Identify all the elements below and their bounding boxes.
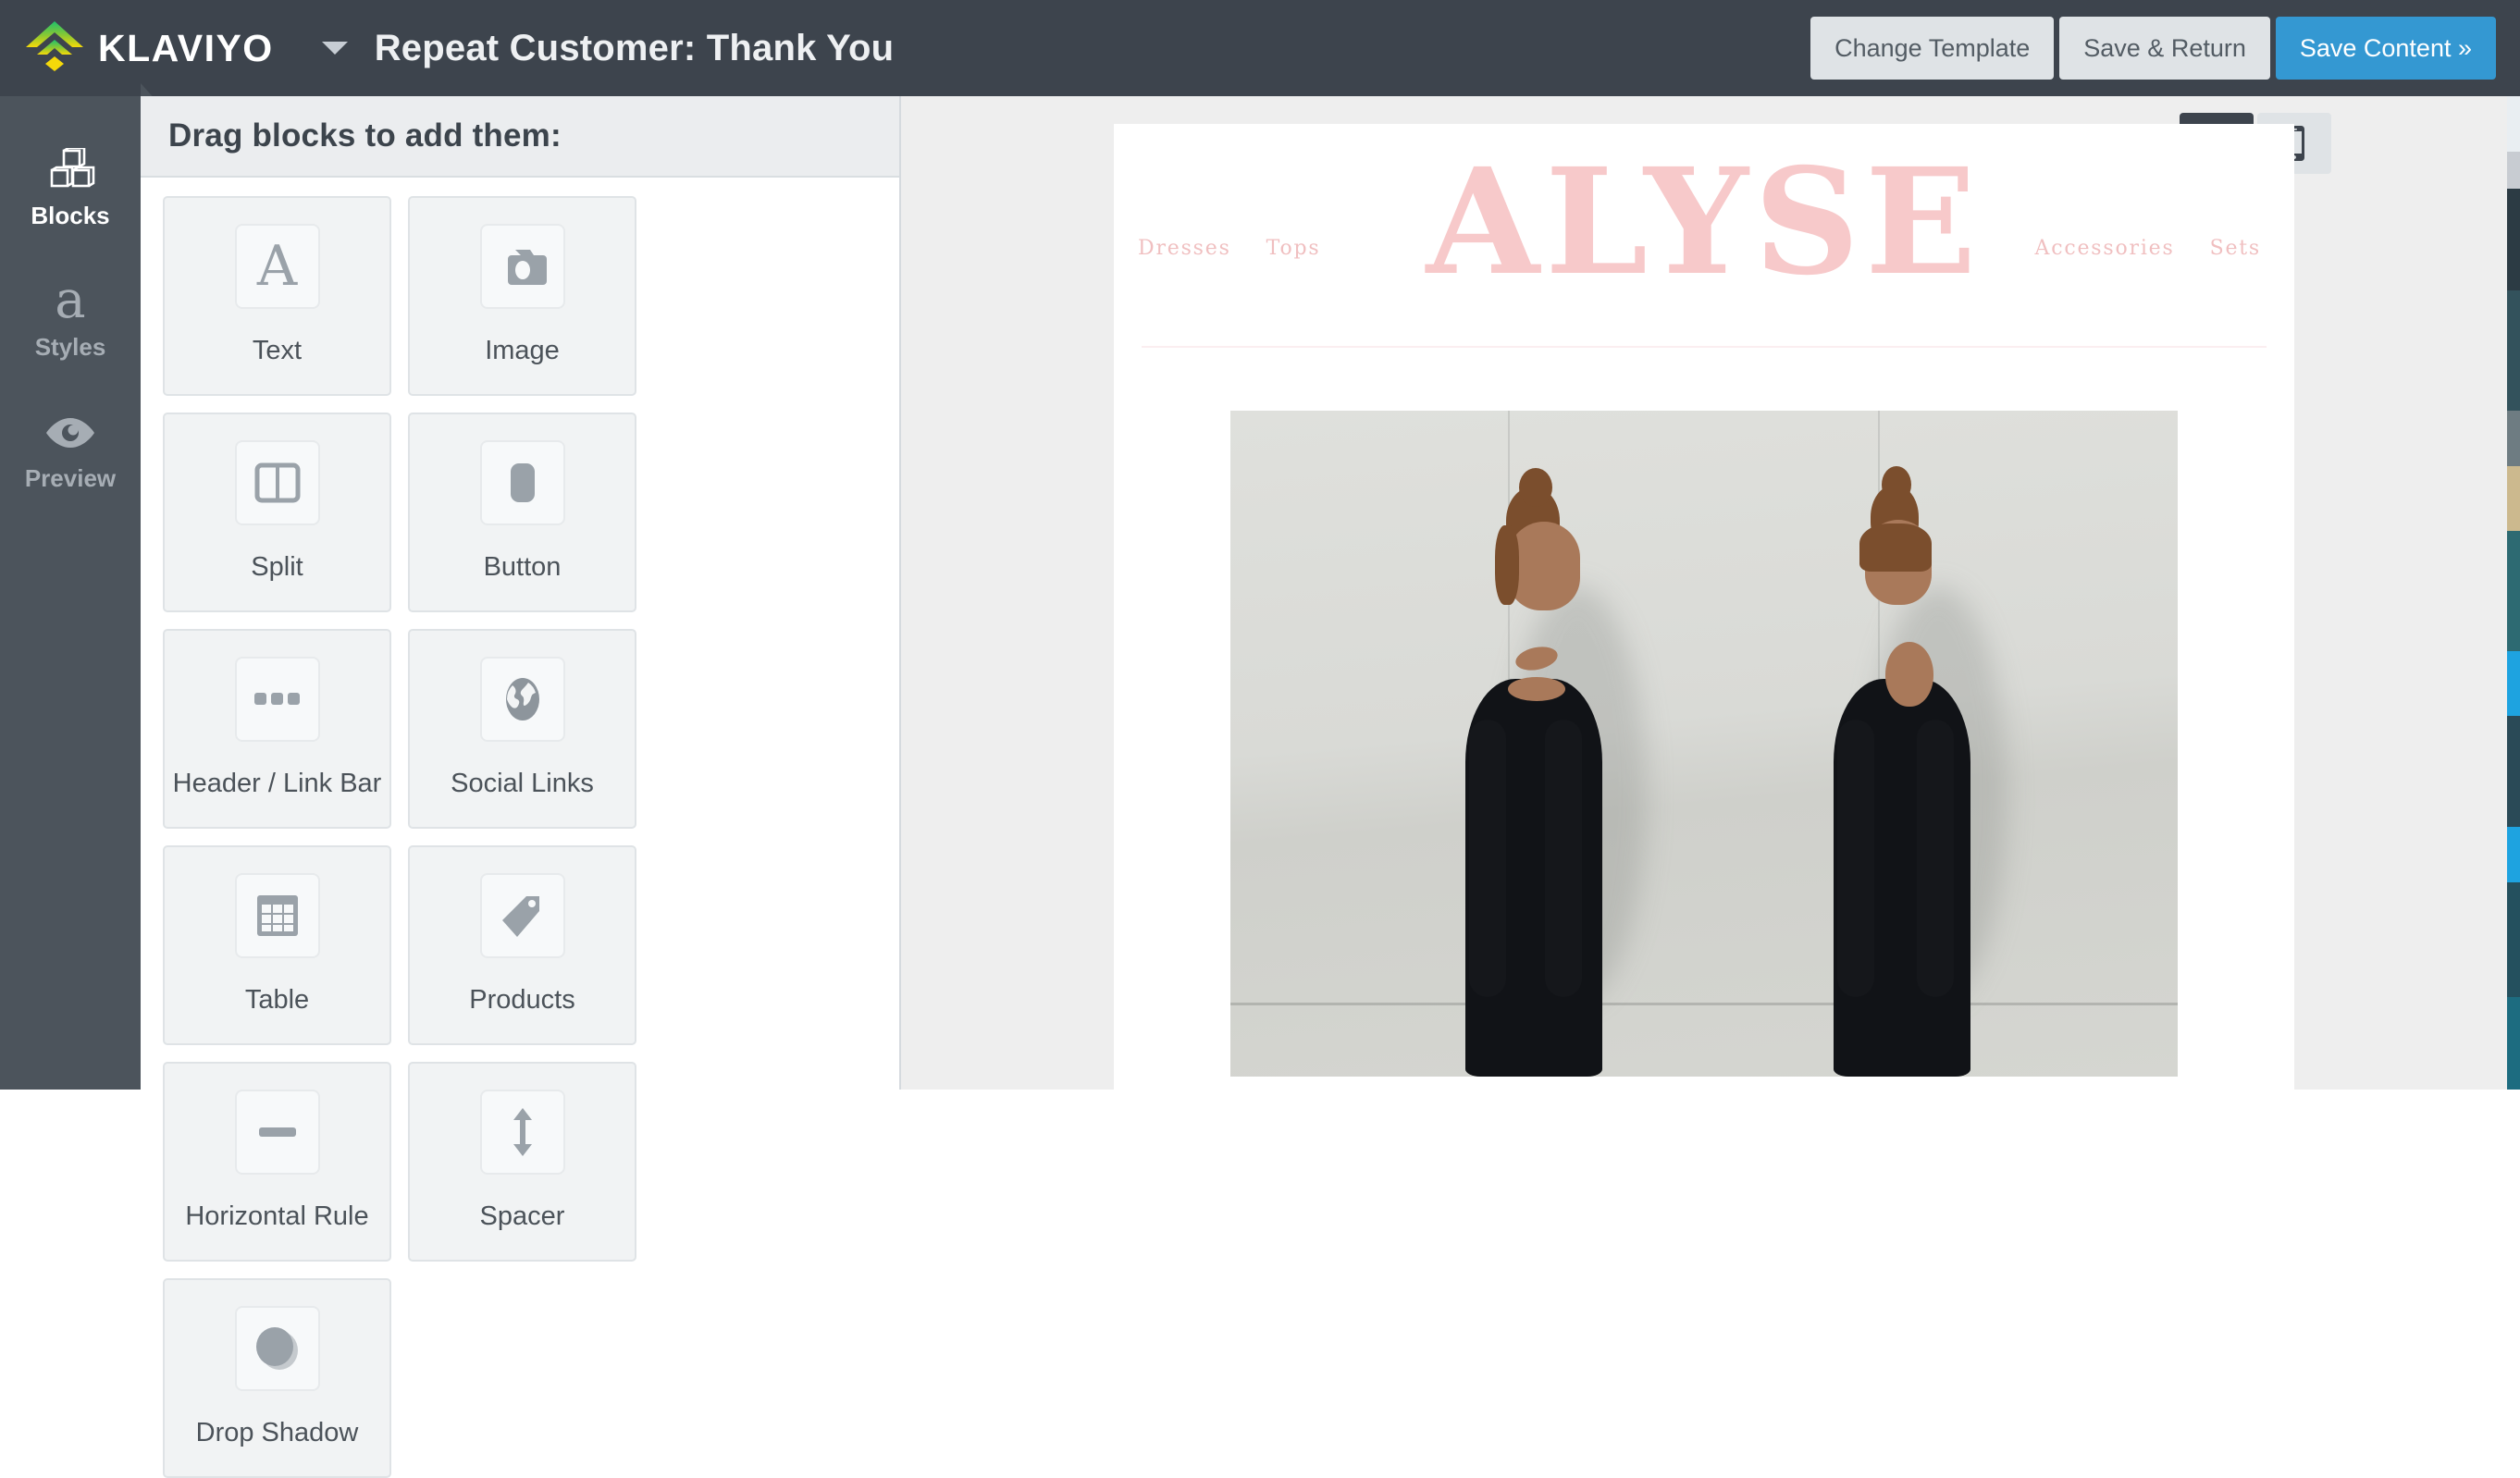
blocks-cubes-icon <box>44 144 96 196</box>
rail-item-preview[interactable]: Preview <box>0 394 141 505</box>
block-tile-label: Header / Link Bar <box>172 769 382 798</box>
block-tile-label: Spacer <box>479 1201 565 1231</box>
document-title-group[interactable]: Repeat Customer: Thank You <box>321 27 895 69</box>
camera-icon <box>479 224 565 309</box>
block-tile-table[interactable]: Table <box>163 845 391 1045</box>
table-grid-icon <box>234 873 320 958</box>
block-tile-social-links[interactable]: Social Links <box>408 629 636 829</box>
klaviyo-chevron-logo-icon <box>26 21 83 71</box>
top-bar: KLAVIYO Repeat Customer: Thank You Chang… <box>0 0 2520 96</box>
preview-eye-icon <box>43 407 97 459</box>
block-tile-label: Image <box>485 336 560 365</box>
brand-wordmark: KLAVIYO <box>98 26 274 69</box>
split-columns-icon <box>234 440 320 525</box>
block-tile-spacer[interactable]: Spacer <box>408 1062 636 1262</box>
block-tile-label: Split <box>251 552 303 582</box>
nav-link-dresses[interactable]: Dresses <box>1138 237 1231 260</box>
left-rail: Blocks a Styles Preview <box>0 96 141 1090</box>
vertical-double-arrow-icon <box>479 1090 565 1175</box>
block-tile-label: Drop Shadow <box>195 1418 359 1447</box>
email-nav-left: Dresses Tops <box>1138 237 1320 260</box>
save-content-button[interactable]: Save Content » <box>2275 17 2496 80</box>
background-window-sliver <box>2507 96 2520 1090</box>
nav-link-accessories[interactable]: Accessories <box>2035 237 2175 260</box>
model-front <box>1397 466 1656 1077</box>
block-tile-split[interactable]: Split <box>163 413 391 612</box>
nav-link-sets[interactable]: Sets <box>2210 237 2261 260</box>
block-tile-label: Button <box>483 552 562 582</box>
blocks-panel-title: Drag blocks to add them: <box>168 117 562 154</box>
three-dots-icon <box>234 657 320 742</box>
block-tile-horizontal-rule[interactable]: Horizontal Rule <box>163 1062 391 1262</box>
blocks-grid: A Text Image Split Button Header / Link … <box>141 178 899 1478</box>
block-tile-label: Text <box>252 336 303 365</box>
blocks-panel: Drag blocks to add them: A Text Image Sp… <box>141 96 901 1478</box>
brand-logo[interactable]: KLAVIYO <box>24 19 274 77</box>
price-tag-icon <box>479 873 565 958</box>
block-tile-drop-shadow[interactable]: Drop Shadow <box>163 1278 391 1478</box>
text-letter-a-icon: A <box>234 224 320 309</box>
email-body: ALYSE Dresses Tops Accessories Sets <box>1114 124 2294 1090</box>
topbar-actions: Change Template Save & Return Save Conte… <box>1810 17 2496 80</box>
hero-product-photo <box>1230 411 2178 1077</box>
blocks-panel-header: Drag blocks to add them: <box>141 96 899 178</box>
block-tile-text[interactable]: A Text <box>163 196 391 396</box>
globe-icon <box>479 657 565 742</box>
horizontal-rule-icon <box>234 1090 320 1175</box>
change-template-button[interactable]: Change Template <box>1810 17 2055 80</box>
email-nav-right: Accessories Sets <box>2035 237 2261 260</box>
caret-down-icon[interactable] <box>321 42 348 55</box>
block-tile-header-link-bar[interactable]: Header / Link Bar <box>163 629 391 829</box>
block-tile-button[interactable]: Button <box>408 413 636 612</box>
email-divider <box>1142 346 2267 348</box>
email-brand-wordmark: ALYSE <box>1426 137 1983 308</box>
button-rounded-rect-icon <box>479 440 565 525</box>
block-tile-label: Horizontal Rule <box>185 1201 369 1231</box>
block-tile-label: Table <box>244 985 310 1015</box>
rail-item-label: Preview <box>24 463 117 492</box>
save-and-return-button[interactable]: Save & Return <box>2059 17 2270 80</box>
rail-item-label: Styles <box>34 332 106 361</box>
email-hero-block[interactable] <box>1114 411 2294 1077</box>
rail-item-blocks[interactable]: Blocks <box>0 131 141 242</box>
drop-shadow-circle-icon <box>234 1306 320 1391</box>
email-preview-canvas: ALYSE Dresses Tops Accessories Sets <box>901 96 2507 1090</box>
block-tile-label: Products <box>469 985 575 1015</box>
block-tile-image[interactable]: Image <box>408 196 636 396</box>
page-title: Repeat Customer: Thank You <box>374 27 895 68</box>
email-header-nav: ALYSE Dresses Tops Accessories Sets <box>1114 124 2294 346</box>
model-back <box>1767 466 2026 1077</box>
nav-link-tops[interactable]: Tops <box>1266 237 1321 260</box>
block-tile-products[interactable]: Products <box>408 845 636 1045</box>
rail-item-label: Blocks <box>31 201 110 229</box>
styles-letter-a-icon: a <box>55 270 86 331</box>
rail-item-styles[interactable]: a Styles <box>0 263 141 374</box>
block-tile-label: Social Links <box>451 769 594 798</box>
